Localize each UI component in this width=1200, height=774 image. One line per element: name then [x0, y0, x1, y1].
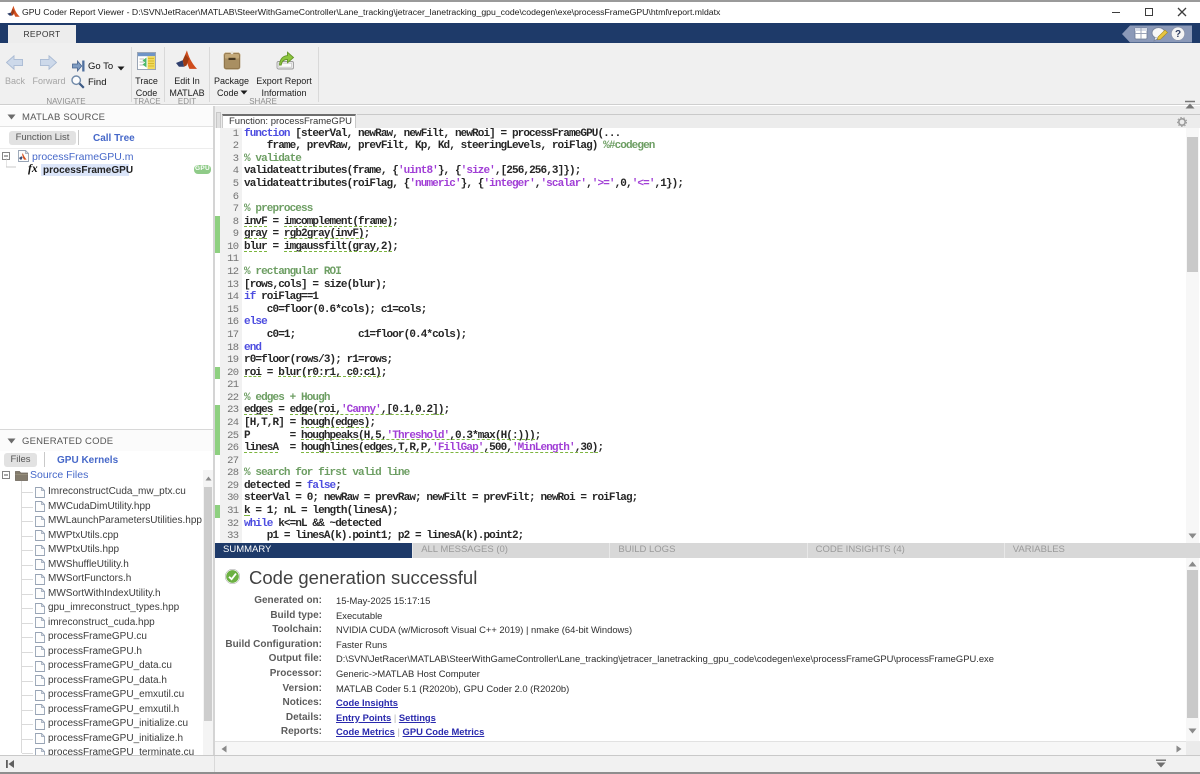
svg-text:?: ? — [1175, 29, 1181, 40]
